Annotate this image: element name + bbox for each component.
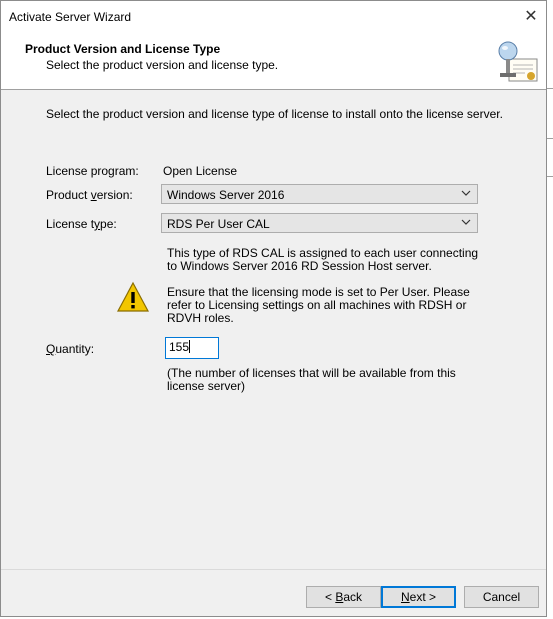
license-type-label: License type: bbox=[46, 217, 117, 231]
window-title: Activate Server Wizard bbox=[9, 10, 132, 24]
footer-divider bbox=[1, 569, 546, 570]
background-divider bbox=[547, 88, 553, 89]
background-divider bbox=[547, 176, 553, 177]
quantity-value: 155 bbox=[169, 340, 190, 354]
license-program-label: License program: bbox=[46, 164, 139, 178]
product-version-dropdown[interactable]: Windows Server 2016 bbox=[161, 184, 478, 204]
cancel-button[interactable]: Cancel bbox=[464, 586, 539, 608]
certificate-server-icon bbox=[498, 41, 538, 82]
page-title: Product Version and License Type bbox=[25, 42, 221, 56]
warning-icon bbox=[116, 281, 150, 312]
background-window-edge bbox=[547, 0, 553, 619]
license-program-value: Open License bbox=[163, 164, 238, 178]
chevron-down-icon bbox=[461, 190, 471, 196]
page-subtitle: Select the product version and license t… bbox=[46, 58, 279, 72]
license-type-description: This type of RDS CAL is assigned to each… bbox=[167, 246, 479, 273]
instruction-text: Select the product version and license t… bbox=[46, 107, 503, 121]
title-bar[interactable]: Activate Server Wizard ✕ bbox=[1, 1, 546, 31]
wizard-dialog: Activate Server Wizard ✕ Product Version… bbox=[0, 0, 547, 617]
back-button[interactable]: < Back bbox=[306, 586, 381, 608]
quantity-note: (The number of licenses that will be ava… bbox=[167, 366, 456, 393]
next-button[interactable]: Next > bbox=[381, 586, 456, 608]
product-version-label: Product version: bbox=[46, 188, 133, 202]
text-caret bbox=[189, 340, 191, 353]
warning-text: Ensure that the licensing mode is set to… bbox=[167, 285, 470, 325]
wizard-header: Product Version and License Type Select … bbox=[1, 31, 546, 90]
chevron-down-icon bbox=[461, 219, 471, 225]
license-type-selected: RDS Per User CAL bbox=[167, 217, 270, 231]
background-divider bbox=[547, 138, 553, 139]
quantity-field[interactable]: 155 bbox=[165, 337, 219, 359]
license-type-dropdown[interactable]: RDS Per User CAL bbox=[161, 213, 478, 233]
quantity-label: Quantity: bbox=[46, 342, 95, 356]
close-icon: ✕ bbox=[524, 8, 538, 25]
close-button[interactable]: ✕ bbox=[518, 4, 544, 28]
product-version-selected: Windows Server 2016 bbox=[167, 188, 285, 202]
